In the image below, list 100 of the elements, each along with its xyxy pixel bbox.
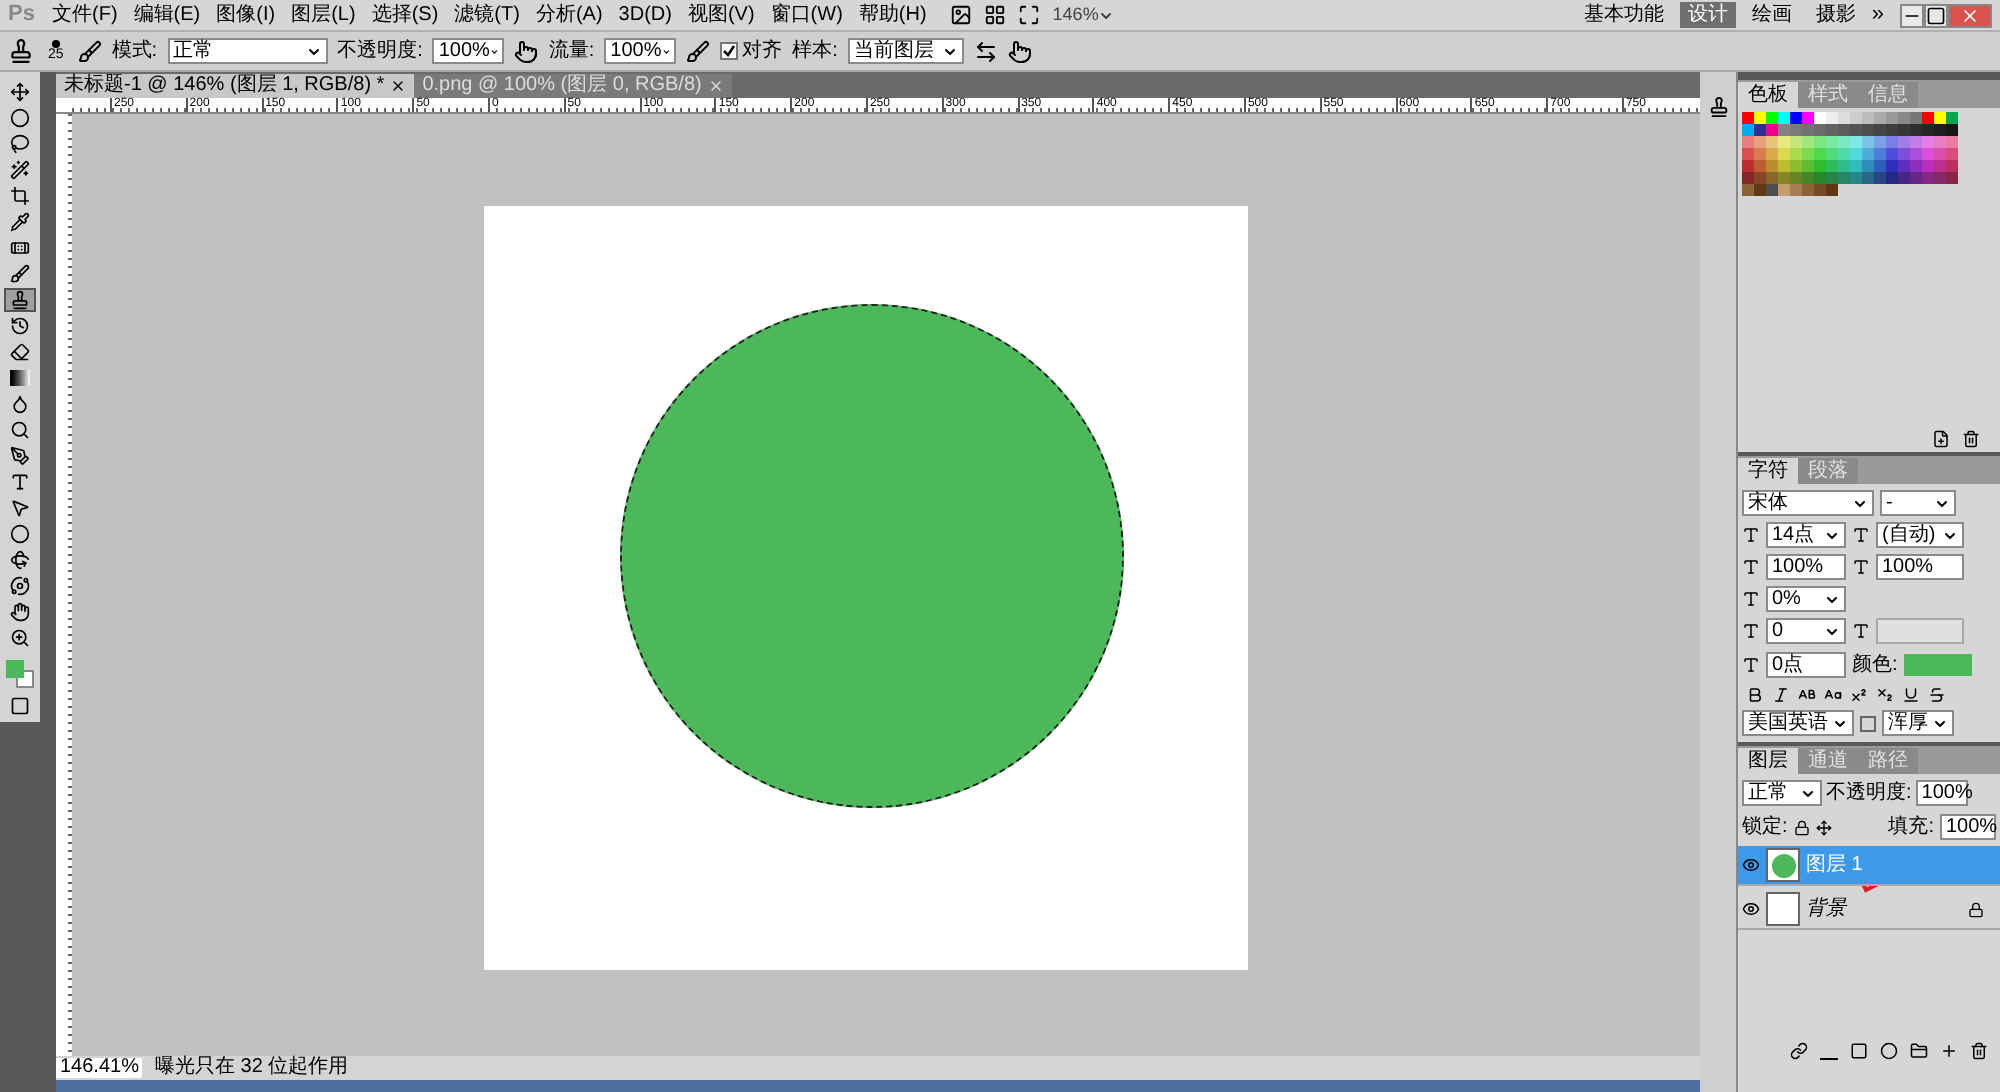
menu-item[interactable]: 窗口(W) [762,5,851,25]
text-color-swatch[interactable] [1903,654,1972,676]
mode-label: 模式: [111,37,158,66]
layer-thumbnail [1766,848,1800,882]
minimize-icon[interactable] [1900,3,1924,27]
language-dropdown[interactable]: 美国英语 [1742,710,1854,736]
text-style-icon[interactable] [1746,686,1764,704]
lock-icon[interactable] [1793,819,1810,835]
tool-icon [10,186,30,206]
vertical-scale-icon [1742,558,1760,576]
tool-icon [10,342,30,362]
panel-tab[interactable]: 字符 [1738,458,1798,484]
mask-icon[interactable] [1850,1042,1868,1060]
new-layer-icon[interactable] [1940,1042,1958,1060]
menu-item[interactable]: 选择(S) [363,5,447,25]
layer-row[interactable]: 背景 [1738,890,2000,930]
zoom-field[interactable]: 146.41% [56,1058,143,1078]
tool-button[interactable] [4,288,36,312]
font-size-field[interactable]: 14点 [1766,522,1846,548]
text-style-icon[interactable] [1798,686,1816,704]
font-size-icon [1742,526,1760,544]
swatch-grid[interactable] [1742,112,1958,196]
more-workspaces-button[interactable]: » [1871,4,1884,26]
adjustment-icon[interactable] [1880,1042,1898,1060]
delete-icon[interactable] [1962,430,1980,448]
workspace-button[interactable]: 绘画 [1743,2,1800,28]
flow-field[interactable]: 100% [604,38,677,64]
leading-field[interactable]: (自动) [1876,522,1964,548]
tool-icon [10,472,30,492]
adjustment-layers-icon[interactable] [973,39,998,63]
screen-mode-icon[interactable] [1018,4,1041,26]
workspace-button[interactable]: 摄影 [1807,2,1864,28]
horizontal-scale-field[interactable]: 100% [1876,554,1964,580]
restore-icon[interactable] [1924,3,1948,27]
quick-mask-icon[interactable] [10,696,30,716]
text-style-icon[interactable] [1850,686,1868,704]
layer-name: 背景 [1806,895,1846,924]
menu-item[interactable]: 分析(A) [527,5,611,25]
baseline-field[interactable]: 0点 [1766,652,1846,678]
link-icon[interactable] [1790,1042,1808,1060]
zoom-level-dropdown[interactable]: 146% [1052,1,1115,29]
tracking-field[interactable]: 0 [1766,618,1846,644]
mode-dropdown[interactable]: 正常 [167,38,328,64]
text-style-icon[interactable] [1928,686,1946,704]
menu-item[interactable]: 3D(D) [610,5,680,25]
tool-icon [10,160,30,180]
menu-item[interactable]: 编辑(E) [125,5,209,25]
menu-item[interactable]: 帮助(H) [850,5,935,25]
delete-icon[interactable] [1970,1042,1988,1060]
fill-label: 填充: [1888,813,1934,842]
text-style-icon[interactable] [1902,686,1920,704]
layer-opacity-field[interactable]: 100% [1915,780,1968,806]
stamp-icon[interactable] [8,38,34,64]
bridge-icon[interactable] [950,4,973,26]
text-style-icon[interactable] [1824,686,1842,704]
tsume-field[interactable]: 0% [1766,586,1846,612]
tool-icon [10,394,30,414]
menu-item[interactable]: 图像(I) [208,5,284,25]
gradient-icon [10,370,30,386]
baseline-icon [1742,656,1760,674]
vertical-scale-field[interactable]: 100% [1766,554,1846,580]
menu-item[interactable]: 图层(L) [283,5,364,25]
workspace-button[interactable]: 基本功能 [1575,2,1672,28]
antialias-dropdown[interactable]: 浑厚 [1882,710,1954,736]
blend-mode-dropdown[interactable]: 正常 [1742,780,1822,806]
panel-tab[interactable]: 色板 [1738,82,1798,108]
dropdown-icon [1098,7,1115,23]
foreground-color-swatch[interactable] [6,660,24,678]
kerning-icon [1852,622,1870,640]
clone-source-icon[interactable] [1707,96,1729,118]
menu-item[interactable]: 视图(V) [679,5,763,25]
workspace-button[interactable]: 设计 [1679,2,1736,28]
group-icon[interactable] [1910,1042,1928,1060]
lock-icon [1968,901,1984,917]
menu-item[interactable]: 滤镜(T) [446,5,528,25]
tool-icon [10,550,30,570]
document-tab[interactable]: 未标题-1 @ 146% (图层 1, RGB/8) * [56,74,415,98]
airbrush-icon[interactable] [686,39,711,63]
panel-tab[interactable]: 图层 [1738,748,1798,774]
font-style-dropdown[interactable]: - [1880,490,1956,516]
text-style-icon[interactable] [1876,686,1894,704]
fill-field[interactable]: 100% [1940,814,1996,840]
visibility-icon[interactable] [1742,900,1760,918]
opacity-field[interactable]: 100% [432,38,505,64]
new-swatch-icon[interactable] [1932,430,1950,448]
move-icon[interactable] [1815,819,1832,835]
opacity-label: 不透明度: [337,37,423,66]
visibility-icon[interactable] [1742,856,1760,874]
tool-icon [10,212,30,232]
close-icon[interactable] [390,78,407,94]
tool-button[interactable] [4,366,36,390]
font-family-dropdown[interactable]: 宋体 [1742,490,1874,516]
kerning-field[interactable] [1876,618,1964,644]
brush-panel-icon[interactable] [77,39,102,63]
align-checkbox[interactable] [720,42,739,60]
menu-item[interactable]: 文件(F) [44,5,126,25]
arrange-icon[interactable] [984,4,1007,26]
sample-dropdown[interactable]: 当前图层 [847,38,964,64]
text-style-icon[interactable] [1772,686,1790,704]
tool-icon [10,134,30,154]
